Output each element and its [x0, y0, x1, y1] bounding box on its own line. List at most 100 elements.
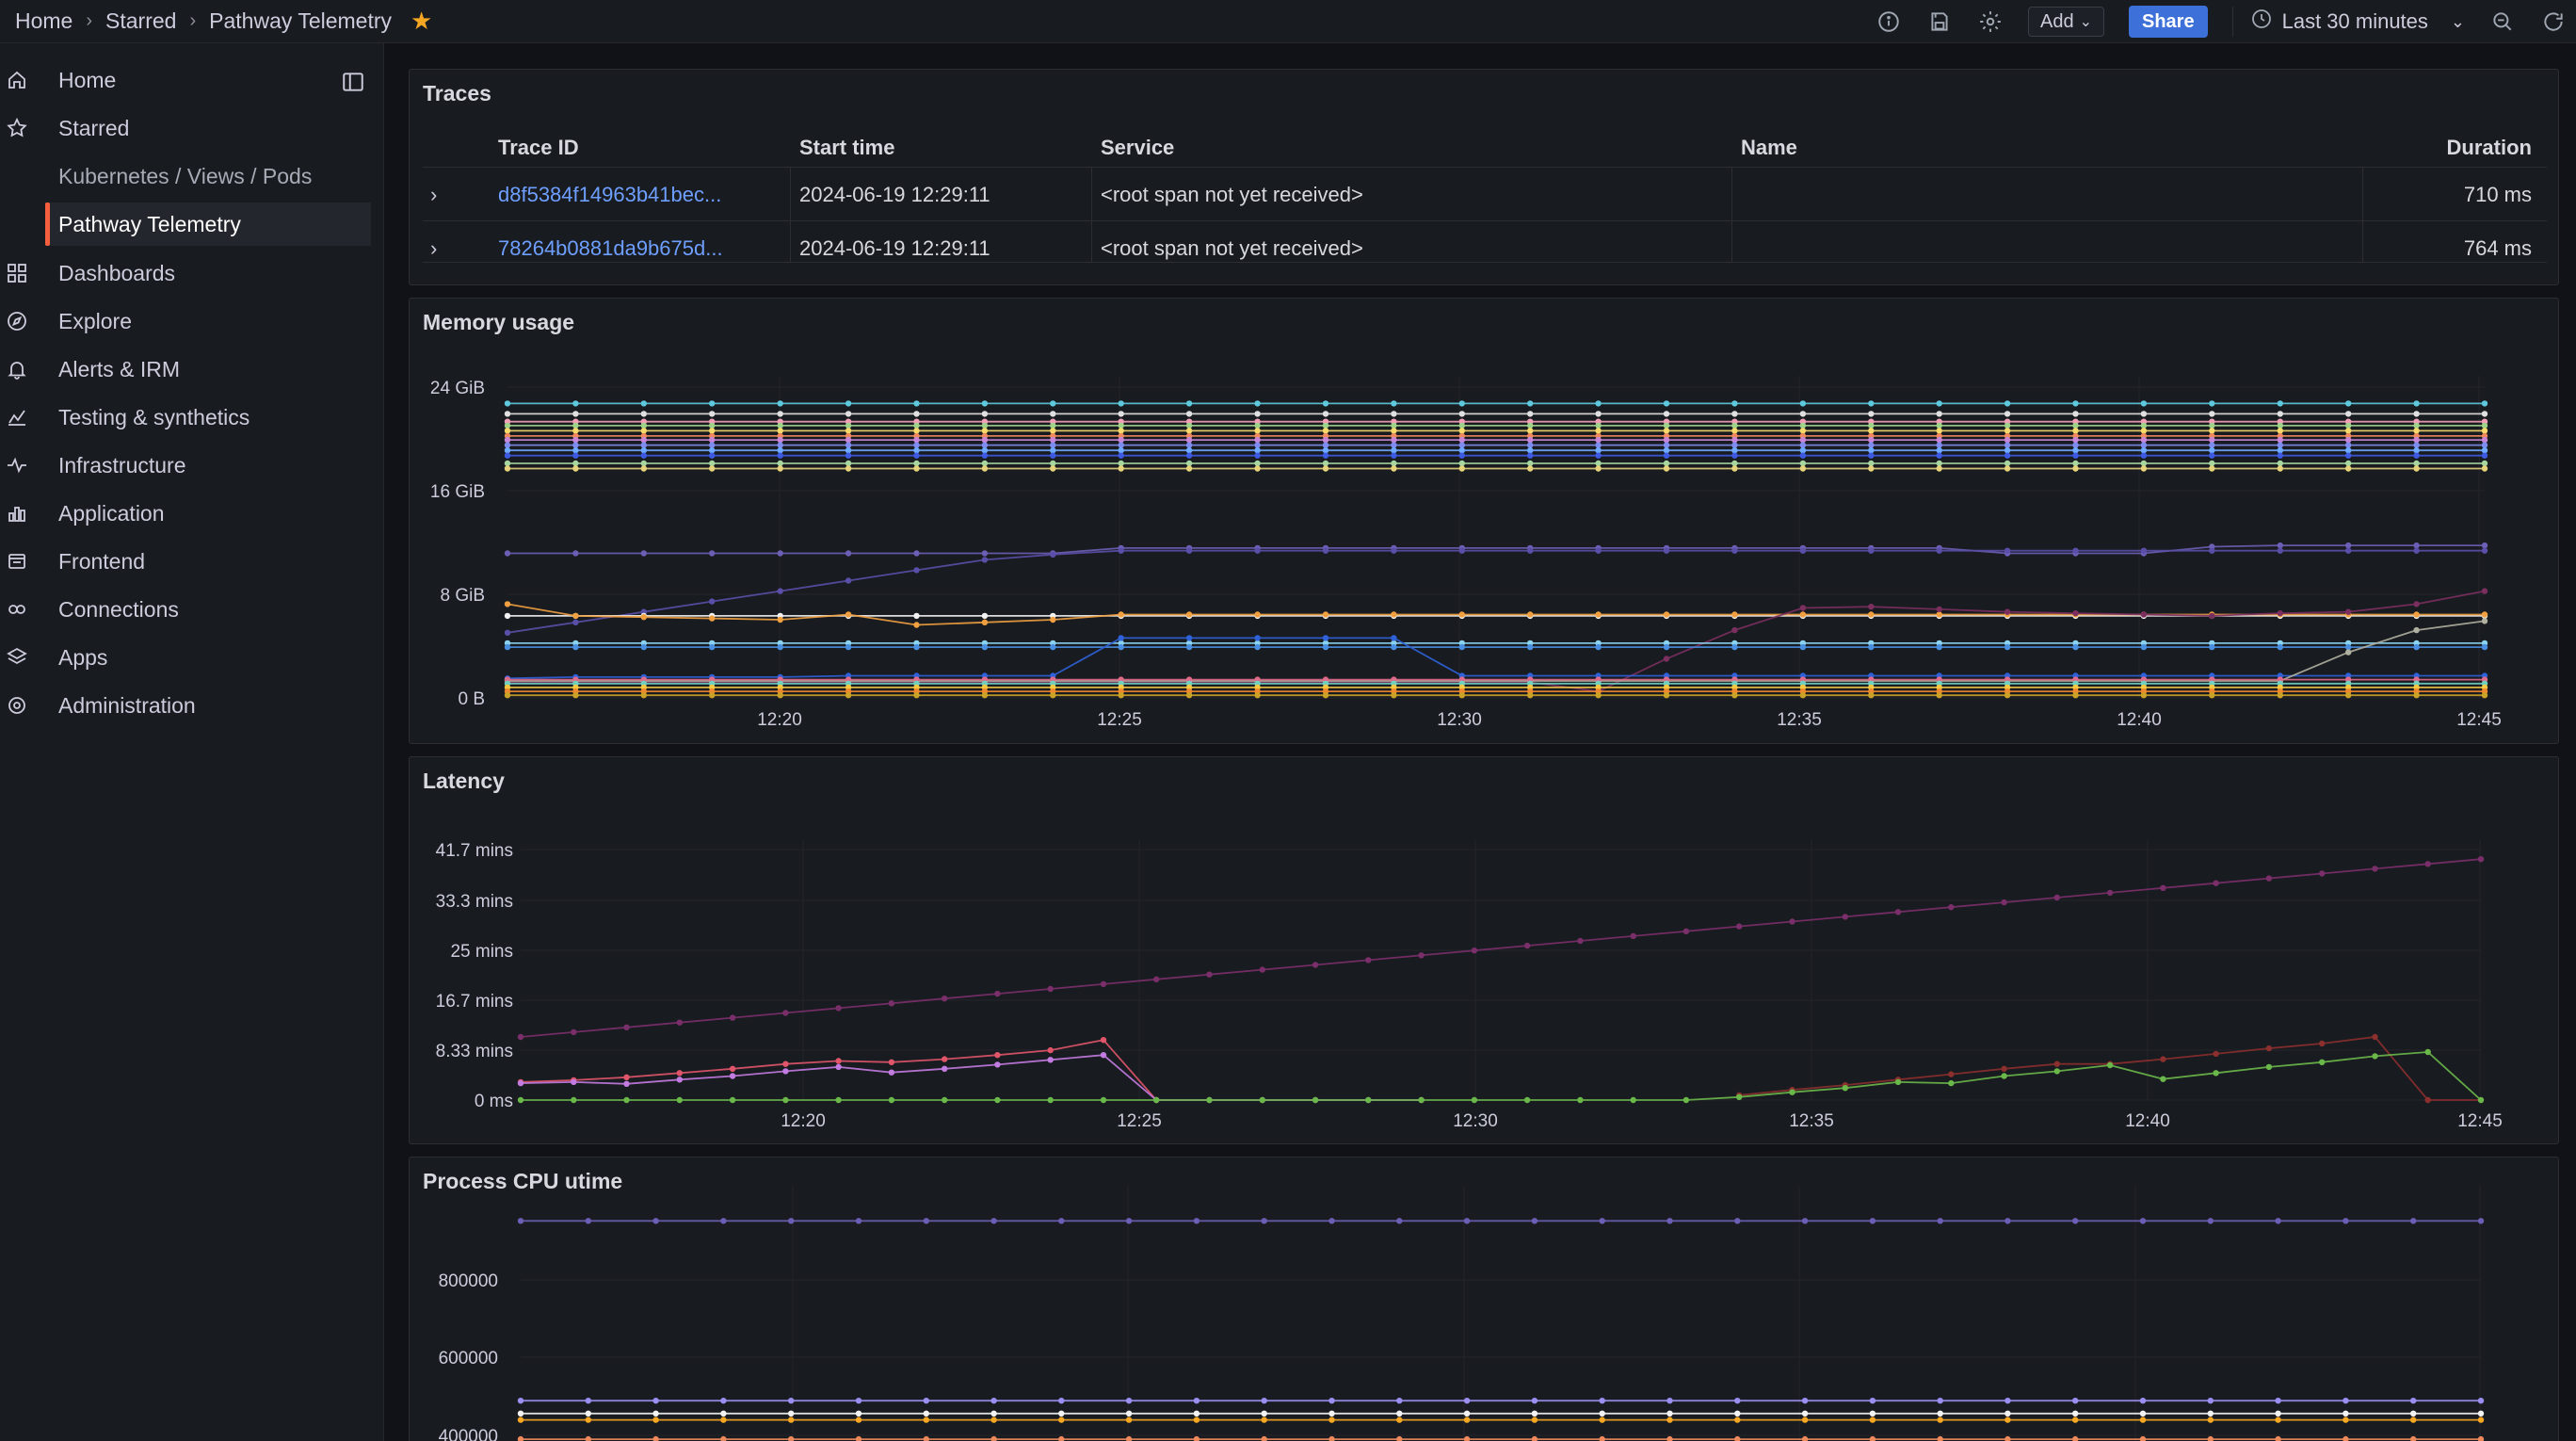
- star-filled-icon[interactable]: ★: [411, 7, 432, 36]
- trace-id-link[interactable]: 78264b0881da9b675d...: [498, 236, 723, 261]
- data-point: [1185, 428, 1193, 434]
- memory-usage-chart[interactable]: 0 B 8 GiB 16 GiB 24 GiB 12:20 12:25 12:30 12:35…: [410, 299, 2560, 745]
- data-point: [994, 1052, 1001, 1059]
- data-point: [1936, 422, 1942, 429]
- data-point: [2424, 1048, 2431, 1056]
- frontend-icon: [4, 548, 30, 575]
- sidebar-item-application[interactable]: Application: [0, 492, 373, 535]
- refresh-icon[interactable]: [2540, 8, 2567, 35]
- add-button[interactable]: Add ⌄: [2028, 7, 2104, 37]
- gear-icon[interactable]: [1977, 8, 2004, 35]
- sidebar-item-kubernetes-pods[interactable]: Kubernetes / Views / Pods: [0, 154, 373, 198]
- data-point: [1663, 547, 1670, 554]
- sidebar-item-label: Home: [58, 67, 117, 92]
- data-point: [1458, 547, 1466, 554]
- data-point: [504, 422, 511, 429]
- data-point: [845, 611, 852, 618]
- info-icon[interactable]: [1876, 8, 1902, 35]
- data-point: [652, 1410, 659, 1417]
- data-point: [1391, 611, 1397, 618]
- data-point: [2481, 643, 2488, 651]
- data-point: [788, 1417, 795, 1423]
- data-point: [572, 612, 579, 620]
- data-point: [1391, 635, 1397, 641]
- data-point: [2004, 452, 2011, 459]
- sidebar-item-explore[interactable]: Explore: [0, 300, 373, 343]
- data-point: [2319, 870, 2326, 877]
- sidebar-item-pathway-telemetry[interactable]: Pathway Telemetry: [45, 202, 371, 246]
- data-point: [2481, 460, 2488, 467]
- data-point: [1391, 428, 1397, 434]
- data-point: [1599, 1218, 1605, 1224]
- data-point: [517, 1096, 524, 1104]
- sidebar-item-alerts[interactable]: Alerts & IRM: [0, 348, 373, 391]
- data-point: [845, 452, 852, 459]
- data-point: [1322, 442, 1329, 448]
- data-point: [572, 442, 579, 448]
- sidebar-item-dashboards[interactable]: Dashboards: [0, 251, 373, 295]
- data-point: [1193, 1435, 1200, 1441]
- expand-row-icon[interactable]: ›: [430, 236, 437, 261]
- data-point: [1595, 442, 1602, 448]
- data-point: [640, 643, 647, 651]
- data-point: [1058, 1417, 1065, 1423]
- data-point: [1118, 643, 1124, 651]
- data-point: [942, 996, 948, 1002]
- sidebar-item-label: Alerts & IRM: [58, 356, 181, 381]
- breadcrumb-home[interactable]: Home: [15, 8, 72, 34]
- data-point: [623, 1024, 630, 1030]
- data-point: [981, 428, 989, 434]
- data-point: [2345, 465, 2352, 472]
- sidebar-item-administration[interactable]: Administration: [0, 684, 373, 727]
- data-point: [709, 460, 716, 467]
- sidebar-item-starred[interactable]: Starred: [0, 106, 373, 150]
- trace-id-link[interactable]: d8f5384f14963b41bec...: [498, 183, 721, 207]
- data-point: [1322, 436, 1329, 444]
- process-cpu-utime-chart[interactable]: 400000 600000 800000: [410, 1158, 2560, 1441]
- data-point: [1869, 1218, 1876, 1224]
- data-point: [2140, 611, 2148, 618]
- column-header-duration[interactable]: Duration: [2447, 136, 2532, 160]
- data-point: [1391, 547, 1397, 554]
- column-header-trace-id[interactable]: Trace ID: [498, 136, 579, 160]
- data-point: [572, 400, 579, 407]
- save-icon[interactable]: [1926, 8, 1953, 35]
- sidebar-item-testing-synthetics[interactable]: Testing & synthetics: [0, 396, 373, 439]
- star-outline-icon: [4, 115, 30, 141]
- expand-row-icon[interactable]: ›: [430, 183, 437, 207]
- data-point: [1666, 1410, 1673, 1417]
- breadcrumb-starred[interactable]: Starred: [105, 8, 176, 34]
- table-row[interactable]: › 78264b0881da9b675d... 2024-06-19 12:29…: [423, 221, 2547, 263]
- sidebar-item-apps[interactable]: Apps: [0, 636, 373, 679]
- data-point: [1801, 1218, 1809, 1224]
- data-point: [1599, 1398, 1605, 1404]
- data-point: [1531, 1218, 1538, 1224]
- time-range-picker[interactable]: Last 30 minutes ⌄: [2231, 7, 2465, 37]
- sidebar-item-infrastructure[interactable]: Infrastructure: [0, 444, 373, 487]
- data-point: [2209, 436, 2215, 444]
- sidebar-item-frontend[interactable]: Frontend: [0, 540, 373, 583]
- share-button[interactable]: Share: [2129, 6, 2208, 38]
- data-point: [1663, 442, 1670, 448]
- data-point: [640, 465, 647, 472]
- data-point: [504, 629, 511, 636]
- data-point: [913, 428, 920, 434]
- series-line: [507, 620, 2486, 682]
- column-header-start-time[interactable]: Start time: [799, 136, 894, 160]
- sidebar-item-home[interactable]: Home: [0, 58, 373, 102]
- table-row[interactable]: › d8f5384f14963b41bec... 2024-06-19 12:2…: [423, 168, 2547, 221]
- sidebar-item-label: Frontend: [58, 548, 146, 574]
- data-point: [1734, 1435, 1741, 1441]
- data-point: [504, 442, 511, 448]
- latency-chart[interactable]: 0 ms 8.33 mins 16.7 mins 25 mins 33.3 mins 41…: [410, 757, 2560, 1145]
- data-point: [2209, 400, 2215, 407]
- data-point: [1458, 436, 1466, 444]
- data-point: [1125, 1218, 1133, 1224]
- sidebar-item-connections[interactable]: Connections: [0, 588, 373, 631]
- data-point: [2265, 1063, 2273, 1071]
- data-point: [1185, 400, 1193, 407]
- column-header-service[interactable]: Service: [1101, 136, 1174, 160]
- data-point: [923, 1398, 929, 1404]
- zoom-out-icon[interactable]: [2489, 8, 2516, 35]
- column-header-name[interactable]: Name: [1741, 136, 1797, 160]
